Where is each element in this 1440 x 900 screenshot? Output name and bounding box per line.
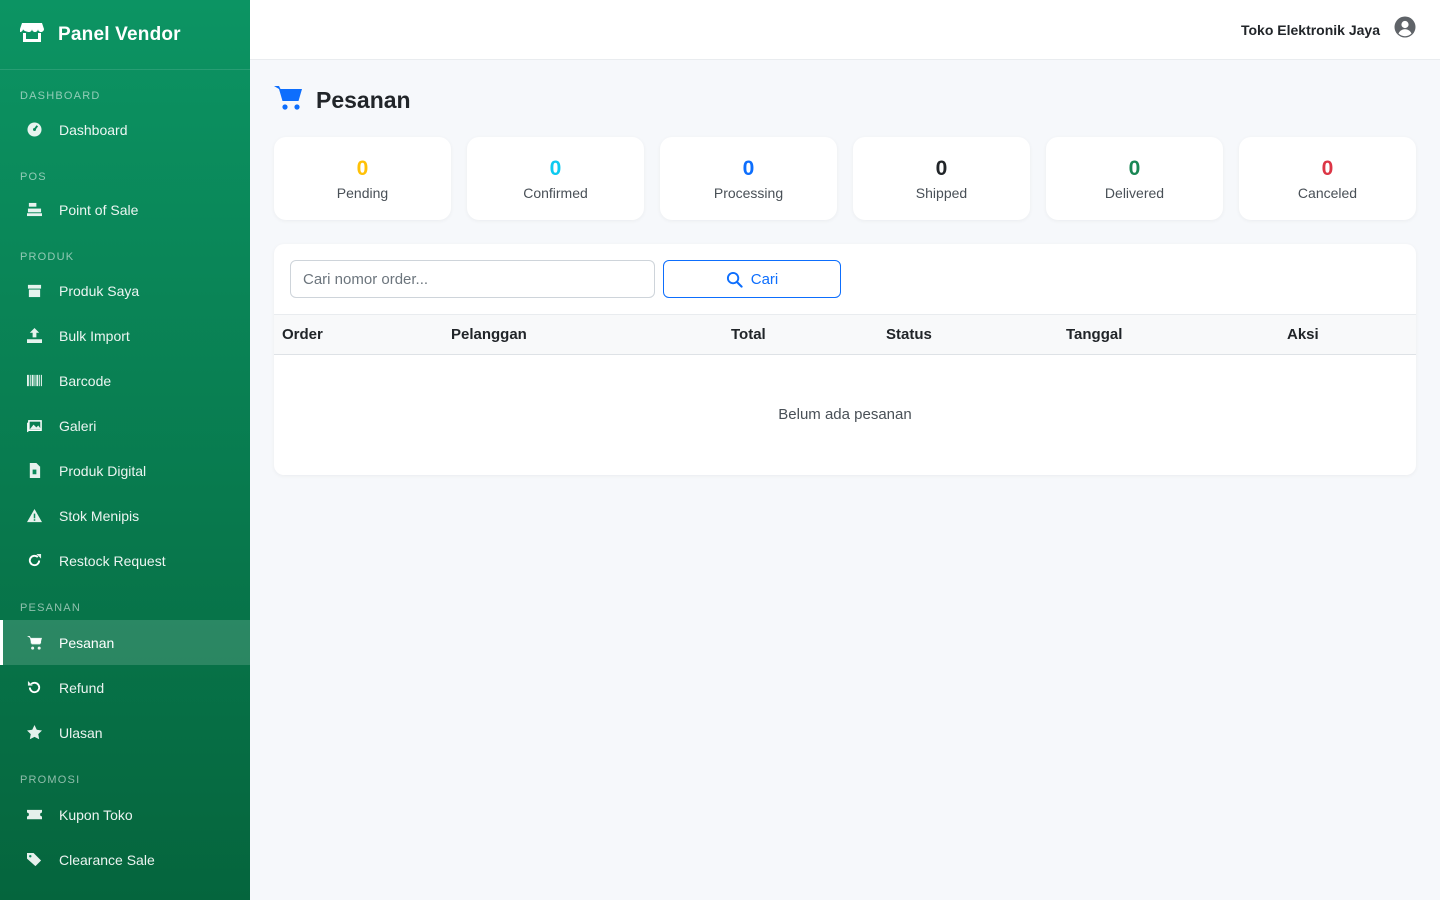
undo-icon [26, 680, 42, 696]
stat-label: Shipped [915, 184, 968, 201]
stat-value: 0 [549, 156, 562, 180]
search-icon [726, 271, 743, 288]
sidebar: Panel Vendor DASHBOARD Dashboard POS Poi… [0, 0, 250, 900]
section-label-promosi: PROMOSI [20, 774, 81, 786]
search-button[interactable]: Cari [663, 260, 841, 298]
nav-label: Point of Sale [59, 201, 139, 218]
section-label-pos: POS [20, 171, 47, 183]
star-icon [26, 725, 42, 741]
column-header-total[interactable]: Total [723, 315, 878, 355]
nav-label: Barcode [59, 372, 112, 389]
stat-card-shipped[interactable]: 0 Shipped [853, 137, 1030, 220]
nav-item-ulasan[interactable]: Ulasan [0, 710, 250, 755]
column-header-status[interactable]: Status [878, 315, 1058, 355]
page-title: Pesanan [316, 86, 411, 113]
stat-label: Processing [713, 184, 784, 201]
nav-label: Refund [59, 679, 105, 696]
section-label-pesanan: PESANAN [20, 602, 81, 614]
cart-icon [26, 635, 42, 651]
refresh-icon [26, 553, 42, 569]
order-status-stats: 0 Pending 0 Confirmed 0 Processing 0 Shi… [274, 137, 1416, 220]
brand-title: Panel Vendor [58, 23, 181, 45]
stat-card-processing[interactable]: 0 Processing [660, 137, 837, 220]
cash-register-icon [26, 202, 42, 218]
table-header-row: Order Pelanggan Total Status Tanggal Aks… [274, 314, 1416, 355]
stat-card-canceled[interactable]: 0 Canceled [1239, 137, 1416, 220]
barcode-icon [26, 373, 42, 389]
store-icon [20, 21, 58, 48]
search-bar: Cari [274, 244, 1416, 314]
nav-label: Clearance Sale [59, 851, 155, 868]
column-header-aksi: Aksi [1287, 326, 1319, 343]
nav-label: Galeri [59, 417, 97, 434]
stat-card-delivered[interactable]: 0 Delivered [1046, 137, 1223, 220]
nav-item-produk-saya[interactable]: Produk Saya [0, 268, 250, 313]
nav-label: Stok Menipis [59, 507, 140, 524]
main-content: Pesanan 0 Pending 0 Confirmed 0 Processi… [274, 60, 1416, 475]
gauge-icon [26, 122, 42, 138]
stat-value: 0 [1321, 156, 1334, 180]
nav-item-kupon-toko[interactable]: Kupon Toko [0, 792, 250, 837]
empty-state-text: Belum ada pesanan [778, 406, 912, 424]
orders-card: Cari Order Pelanggan Total Status Tangga… [274, 244, 1416, 475]
stat-label: Delivered [1104, 184, 1165, 201]
stat-value: 0 [1128, 156, 1141, 180]
search-button-label: Cari [750, 270, 779, 288]
nav-label: Produk Digital [59, 462, 147, 479]
nav-label: Bulk Import [59, 327, 130, 344]
empty-row: Belum ada pesanan [274, 355, 1416, 475]
nav-item-dashboard[interactable]: Dashboard [0, 107, 250, 152]
upload-icon [26, 328, 42, 344]
store-name[interactable]: Toko Elektronik Jaya [1241, 22, 1380, 38]
section-label-produk: PRODUK [20, 251, 75, 263]
nav-item-pesanan[interactable]: Pesanan [0, 620, 250, 665]
stat-value: 0 [742, 156, 755, 180]
ticket-icon [26, 807, 42, 823]
nav-item-refund[interactable]: Refund [0, 665, 250, 710]
stat-label: Pending [336, 184, 389, 201]
nav-item-barcode[interactable]: Barcode [0, 358, 250, 403]
nav-item-point-of-sale[interactable]: Point of Sale [0, 187, 250, 232]
stat-label: Confirmed [523, 184, 588, 201]
order-search-input[interactable] [290, 260, 655, 298]
stat-label: Canceled [1297, 184, 1358, 201]
nav-label: Kupon Toko [59, 806, 133, 823]
nav-label: Restock Request [59, 552, 166, 569]
topbar: Toko Elektronik Jaya [250, 0, 1440, 60]
nav-item-stok-menipis[interactable]: Stok Menipis [0, 493, 250, 538]
stat-card-confirmed[interactable]: 0 Confirmed [467, 137, 644, 220]
nav-label: Ulasan [59, 724, 103, 741]
orders-table: Order Pelanggan Total Status Tanggal Aks… [274, 314, 1416, 475]
brand[interactable]: Panel Vendor [0, 0, 250, 70]
nav-item-restock-request[interactable]: Restock Request [0, 538, 250, 583]
nav-label: Produk Saya [59, 282, 140, 299]
nav-item-galeri[interactable]: Galeri [0, 403, 250, 448]
nav-item-clearance-sale[interactable]: Clearance Sale [0, 837, 250, 882]
stat-value: 0 [935, 156, 948, 180]
page-header: Pesanan [274, 60, 1416, 140]
user-circle-icon[interactable] [1394, 16, 1416, 43]
nav-item-produk-digital[interactable]: Produk Digital [0, 448, 250, 493]
images-icon [26, 418, 42, 434]
column-header-pelanggan[interactable]: Pelanggan [443, 315, 723, 355]
warning-icon [26, 508, 42, 524]
file-icon [26, 463, 42, 479]
cart-icon [274, 85, 316, 116]
column-header-order[interactable]: Order [274, 315, 443, 355]
nav-label: Dashboard [59, 121, 128, 138]
nav-item-bulk-import[interactable]: Bulk Import [0, 313, 250, 358]
tags-icon [26, 852, 42, 868]
stat-card-pending[interactable]: 0 Pending [274, 137, 451, 220]
stat-value: 0 [356, 156, 369, 180]
section-label-dashboard: DASHBOARD [20, 90, 101, 102]
column-header-tanggal[interactable]: Tanggal [1058, 315, 1279, 355]
nav-label: Pesanan [59, 634, 115, 651]
box-icon [26, 283, 42, 299]
